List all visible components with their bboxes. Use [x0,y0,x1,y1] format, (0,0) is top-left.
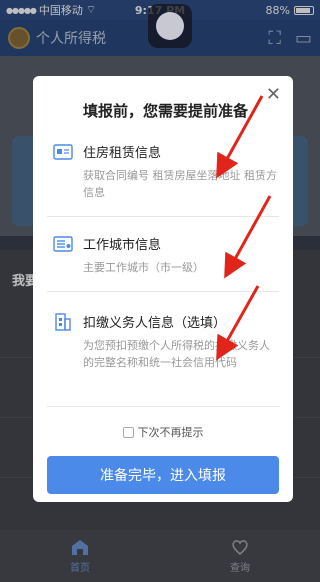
assistive-touch-button[interactable] [148,4,192,48]
dialog-title: 填报前，您需要提前准备 [83,102,249,120]
confirm-button[interactable]: 准备完毕，进入填报 [47,456,279,494]
prep-item-name: 扣缴义务人信息（选填） [83,316,227,331]
divider [47,291,279,292]
prep-item-housing: 住房租赁信息 获取合同编号 租赁房屋坐落地址 租赁方信息 [53,142,279,201]
checkbox-box[interactable] [122,426,134,438]
dont-show-again-label: 下次不再提示 [137,426,204,439]
work-city-icon [53,235,73,252]
prep-item-desc: 为您预扣预缴个人所得税的扣缴义务人的完整名称和统一社会信用代码 [83,339,270,369]
prep-item-name: 工作城市信息 [83,238,162,253]
prep-item-city: 工作城市信息 主要工作城市（市一级） [53,234,279,276]
prep-item-withholder: 扣缴义务人信息（选填） 为您预扣预缴个人所得税的扣缴义务人的完整名称和统一社会信… [53,312,279,371]
rental-contract-icon [53,143,73,160]
prepare-dialog: ✕ 填报前，您需要提前准备 住房租赁信息 获取合同编号 租赁房屋坐落地址 租赁方… [33,76,293,502]
close-icon[interactable]: ✕ [266,84,281,105]
prep-item-desc: 获取合同编号 租赁房屋坐落地址 租赁方信息 [83,169,277,199]
divider [47,216,279,217]
prep-item-name: 住房租赁信息 [83,146,162,161]
divider [47,406,279,407]
building-icon [55,312,71,331]
prep-item-desc: 主要工作城市（市一级） [83,261,204,274]
dont-show-again-checkbox[interactable]: 下次不再提示 [33,424,293,440]
